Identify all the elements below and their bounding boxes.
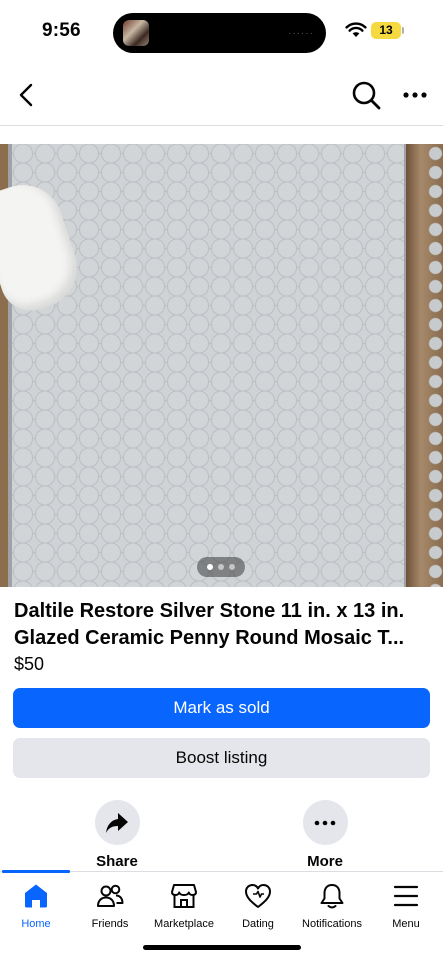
share-arrow-icon: [106, 812, 128, 833]
status-time: 9:56: [42, 20, 81, 41]
chevron-left-icon[interactable]: [12, 80, 42, 110]
wifi-icon: [345, 22, 367, 37]
more-action[interactable]: More: [285, 800, 365, 870]
now-playing-thumbnail: [123, 20, 149, 46]
tab-notifications[interactable]: Notifications: [295, 882, 369, 930]
tab-label: Marketplace: [154, 918, 214, 930]
dynamic-island[interactable]: ······: [113, 13, 326, 53]
more-options-button[interactable]: [302, 800, 348, 845]
menu-icon: [393, 885, 419, 907]
nav-bar: [0, 64, 443, 126]
heart-icon: [245, 884, 271, 908]
active-tab-indicator: [2, 870, 70, 873]
battery-icon: 13: [371, 22, 401, 39]
photo-pager[interactable]: [197, 557, 245, 577]
ellipsis-icon[interactable]: [400, 80, 430, 110]
listing-price: $50: [14, 654, 45, 674]
photo-edge-tiles: [428, 144, 443, 587]
tab-label: Menu: [392, 918, 420, 930]
pager-dot: [218, 564, 224, 570]
friends-icon: [97, 884, 124, 907]
share-action[interactable]: Share: [77, 800, 157, 870]
tab-label: Home: [21, 918, 51, 930]
tab-label: Notifications: [302, 918, 362, 930]
boost-listing-button[interactable]: Boost listing: [13, 738, 430, 778]
marketplace-icon: [171, 884, 197, 908]
status-bar: 9:56 ······ 13: [0, 0, 443, 64]
tab-dating[interactable]: Dating: [221, 882, 295, 930]
search-icon[interactable]: [350, 79, 382, 111]
bell-icon: [320, 884, 344, 909]
island-activity-indicator: ······: [288, 28, 314, 39]
battery-tip: [402, 27, 404, 34]
mark-as-sold-button[interactable]: Mark as sold: [13, 688, 430, 728]
tab-marketplace[interactable]: Marketplace: [147, 882, 221, 930]
tab-menu[interactable]: Menu: [369, 882, 443, 930]
home-icon: [25, 884, 47, 908]
share-button[interactable]: [94, 800, 140, 845]
home-indicator: [143, 945, 301, 950]
listing-title: Daltile Restore Silver Stone 11 in. x 13…: [14, 600, 405, 649]
ellipsis-icon: [314, 820, 336, 825]
tab-label: Friends: [91, 918, 129, 930]
share-label: Share: [96, 853, 138, 870]
listing-photo[interactable]: [0, 144, 443, 587]
pager-dot: [207, 564, 213, 570]
more-label: More: [307, 853, 343, 870]
tab-label: Dating: [242, 918, 274, 930]
tab-home[interactable]: Home: [0, 882, 73, 930]
pager-dot: [229, 564, 235, 570]
penny-tile-mosaic: [12, 144, 404, 587]
tab-friends[interactable]: Friends: [73, 882, 147, 930]
